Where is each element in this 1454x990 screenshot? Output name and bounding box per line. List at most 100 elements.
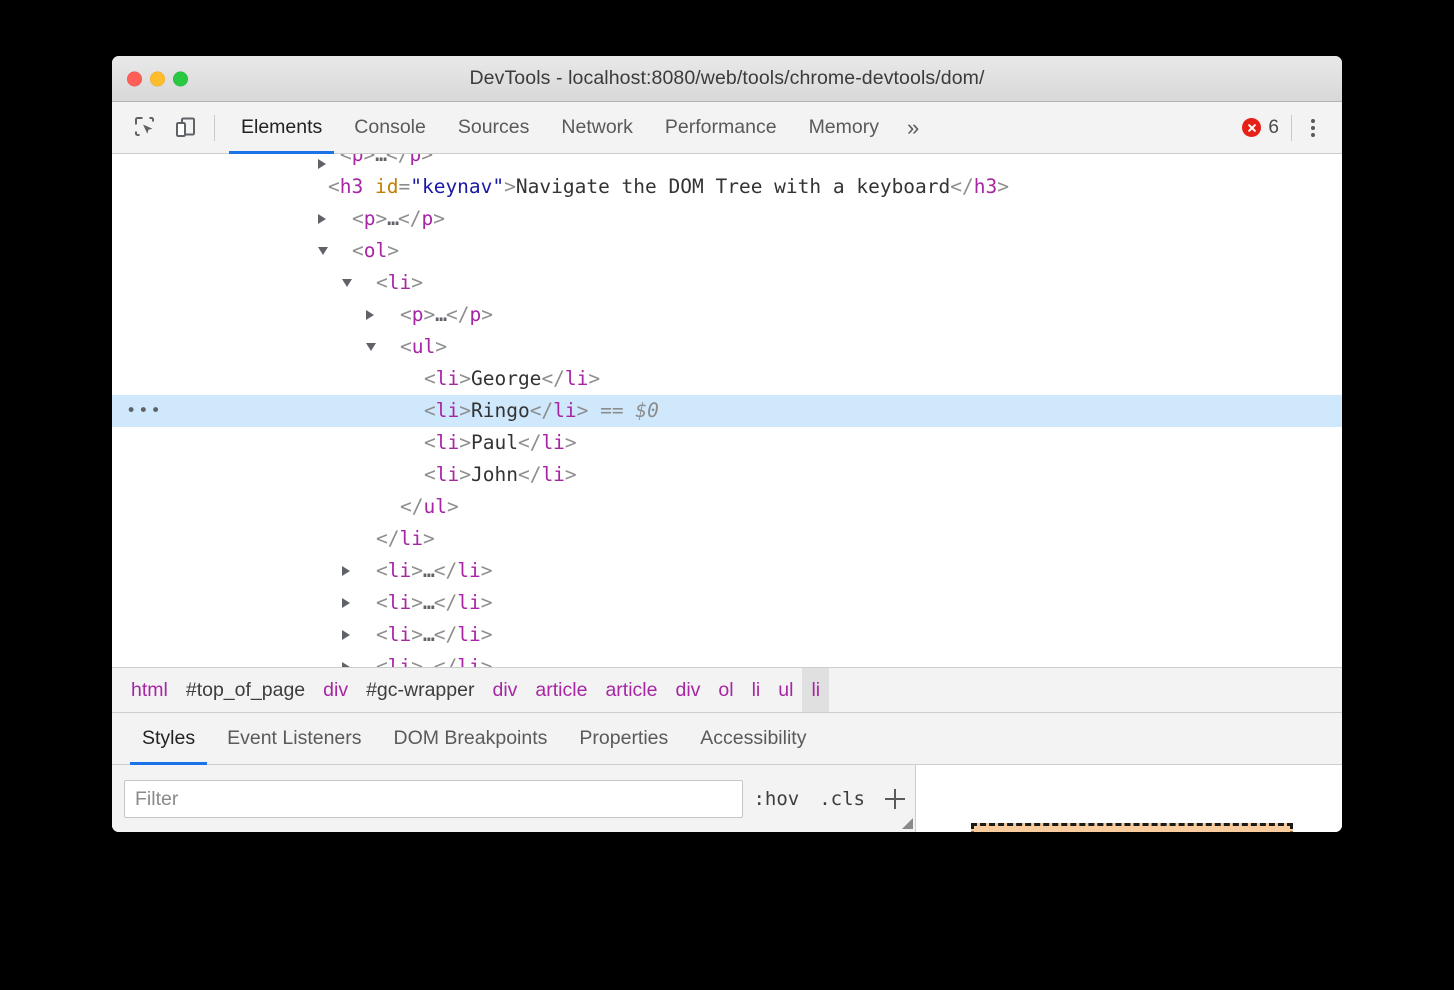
box-model-margin-area (971, 823, 1293, 832)
minimize-button[interactable] (150, 71, 165, 86)
node-markup: <li>John</li> (424, 459, 577, 491)
dom-node-li-paul[interactable]: <li>Paul</li> (112, 427, 1342, 459)
screenshot-root: DevTools - localhost:8080/web/tools/chro… (0, 0, 1454, 990)
window-title: DevTools - localhost:8080/web/tools/chro… (112, 67, 1342, 90)
node-markup: <li>…</li> (376, 619, 492, 651)
twisty-expanded-icon[interactable] (342, 279, 352, 287)
tab-performance[interactable]: Performance (649, 102, 793, 153)
twisty-collapsed-icon[interactable] (366, 310, 374, 320)
cls-button[interactable]: .cls (809, 788, 875, 810)
node-markup: <li> (376, 267, 423, 299)
sidebar-tab-styles[interactable]: Styles (126, 713, 211, 764)
twisty-collapsed-icon[interactable] (318, 159, 326, 169)
breadcrumb-item-html-0[interactable]: html (122, 668, 177, 712)
node-markup: <p>…</p> (352, 203, 445, 235)
tab-network-label: Network (561, 116, 633, 139)
panel-tabs: Elements Console Sources Network Perform… (225, 102, 931, 153)
dom-node-ol[interactable]: <ol> (112, 235, 1342, 267)
styles-toolbar: :hov .cls (112, 765, 915, 832)
dom-node-p-clipped[interactable]: <p>…</p> (112, 155, 1342, 171)
breadcrumb[interactable]: html#top_of_pagediv#gc-wrapperdivarticle… (112, 667, 1342, 713)
breadcrumb-item-li-11[interactable]: li (802, 668, 829, 712)
traffic-lights (127, 71, 188, 86)
twisty-expanded-icon[interactable] (318, 247, 328, 255)
hov-button[interactable]: :hov (743, 788, 809, 810)
dom-node-li-close[interactable]: </li> (112, 523, 1342, 555)
tab-elements-label: Elements (241, 116, 322, 139)
twisty-collapsed-icon[interactable] (342, 662, 350, 667)
window-titlebar: DevTools - localhost:8080/web/tools/chro… (112, 56, 1342, 102)
device-toolbar-icon[interactable] (166, 108, 206, 148)
breadcrumb-item-li-9[interactable]: li (743, 668, 770, 712)
dom-node-li-collapsed-3[interactable]: <li>…</li> (112, 619, 1342, 651)
node-markup: <li>George</li> (424, 363, 600, 395)
twisty-collapsed-icon[interactable] (342, 630, 350, 640)
dom-node-ul[interactable]: <ul> (112, 331, 1342, 363)
tab-memory-label: Memory (809, 116, 879, 139)
node-markup: <p>…</p> (340, 154, 433, 171)
dom-node-li-collapsed-2[interactable]: <li>…</li> (112, 587, 1342, 619)
sidebar-tab-dom-breakpoints[interactable]: DOM Breakpoints (378, 713, 564, 764)
dom-node-li-collapsed-4[interactable]: <li>…</li> (112, 651, 1342, 667)
breadcrumb-item-gcwrapper-3[interactable]: #gc-wrapper (357, 668, 483, 712)
breadcrumb-item-top_of_page-1[interactable]: #top_of_page (177, 668, 314, 712)
breadcrumb-item-div-2[interactable]: div (314, 668, 357, 712)
sidebar-tabs: StylesEvent ListenersDOM BreakpointsProp… (112, 713, 1342, 765)
error-circle-icon (1242, 118, 1261, 137)
tab-elements[interactable]: Elements (225, 102, 338, 153)
resize-grip-icon[interactable] (902, 818, 913, 829)
tab-performance-label: Performance (665, 116, 777, 139)
dom-node-p-collapsed[interactable]: <p>…</p> (112, 203, 1342, 235)
sidebar-tab-accessibility[interactable]: Accessibility (684, 713, 822, 764)
toolbar-divider-right (1291, 115, 1292, 141)
sidebar-tab-properties[interactable]: Properties (563, 713, 684, 764)
kebab-menu-icon[interactable] (1296, 111, 1330, 145)
node-markup: <li>Ringo</li> == $0 (424, 395, 659, 427)
twisty-collapsed-icon[interactable] (342, 598, 350, 608)
node-markup: <h3 id="keynav">Navigate the DOM Tree wi… (328, 171, 1009, 203)
tab-console[interactable]: Console (338, 102, 442, 153)
filter-input[interactable] (124, 780, 743, 818)
dom-tree-panel[interactable]: <p>…</p><h3 id="keynav">Navigate the DOM… (112, 154, 1342, 667)
twisty-collapsed-icon[interactable] (342, 566, 350, 576)
node-markup: </li> (376, 523, 435, 555)
node-markup: </ul> (400, 491, 459, 523)
breadcrumb-item-article-6[interactable]: article (596, 668, 666, 712)
twisty-expanded-icon[interactable] (366, 343, 376, 351)
more-tabs-label: » (907, 115, 919, 141)
close-button[interactable] (127, 71, 142, 86)
tab-sources[interactable]: Sources (442, 102, 546, 153)
node-markup: <li>Paul</li> (424, 427, 577, 459)
dom-node-li-george[interactable]: <li>George</li> (112, 363, 1342, 395)
devtools-toolbar: Elements Console Sources Network Perform… (112, 102, 1342, 154)
breadcrumb-item-article-5[interactable]: article (526, 668, 596, 712)
error-badge[interactable]: 6 (1242, 117, 1279, 139)
breadcrumb-item-div-7[interactable]: div (666, 668, 709, 712)
dom-node-ul-close[interactable]: </ul> (112, 491, 1342, 523)
dom-node-li-ringo[interactable]: •••<li>Ringo</li> == $0 (112, 395, 1342, 427)
dom-node-h3-keynav[interactable]: <h3 id="keynav">Navigate the DOM Tree wi… (112, 171, 1342, 203)
new-style-rule-button[interactable] (875, 779, 915, 819)
tab-memory[interactable]: Memory (793, 102, 895, 153)
dom-node-p-inner[interactable]: <p>…</p> (112, 299, 1342, 331)
node-markup: <li>…</li> (376, 651, 492, 667)
tab-network[interactable]: Network (545, 102, 649, 153)
more-tabs-chevron-icon[interactable]: » (895, 102, 931, 153)
breadcrumb-item-ol-8[interactable]: ol (709, 668, 742, 712)
node-markup: <li>…</li> (376, 555, 492, 587)
dom-node-li-john[interactable]: <li>John</li> (112, 459, 1342, 491)
inspect-element-icon[interactable] (126, 108, 166, 148)
devtools-window: DevTools - localhost:8080/web/tools/chro… (112, 56, 1342, 832)
node-markup: <ul> (400, 331, 447, 363)
breadcrumb-item-ul-10[interactable]: ul (769, 668, 802, 712)
breadcrumb-item-div-4[interactable]: div (483, 668, 526, 712)
styles-pane: :hov .cls (112, 765, 1342, 832)
dom-node-li-collapsed-1[interactable]: <li>…</li> (112, 555, 1342, 587)
tab-sources-label: Sources (458, 116, 530, 139)
twisty-collapsed-icon[interactable] (318, 214, 326, 224)
dom-node-li-expanded[interactable]: <li> (112, 267, 1342, 299)
tab-console-label: Console (354, 116, 426, 139)
maximize-button[interactable] (173, 71, 188, 86)
node-markup: <p>…</p> (400, 299, 493, 331)
sidebar-tab-event-listeners[interactable]: Event Listeners (211, 713, 377, 764)
